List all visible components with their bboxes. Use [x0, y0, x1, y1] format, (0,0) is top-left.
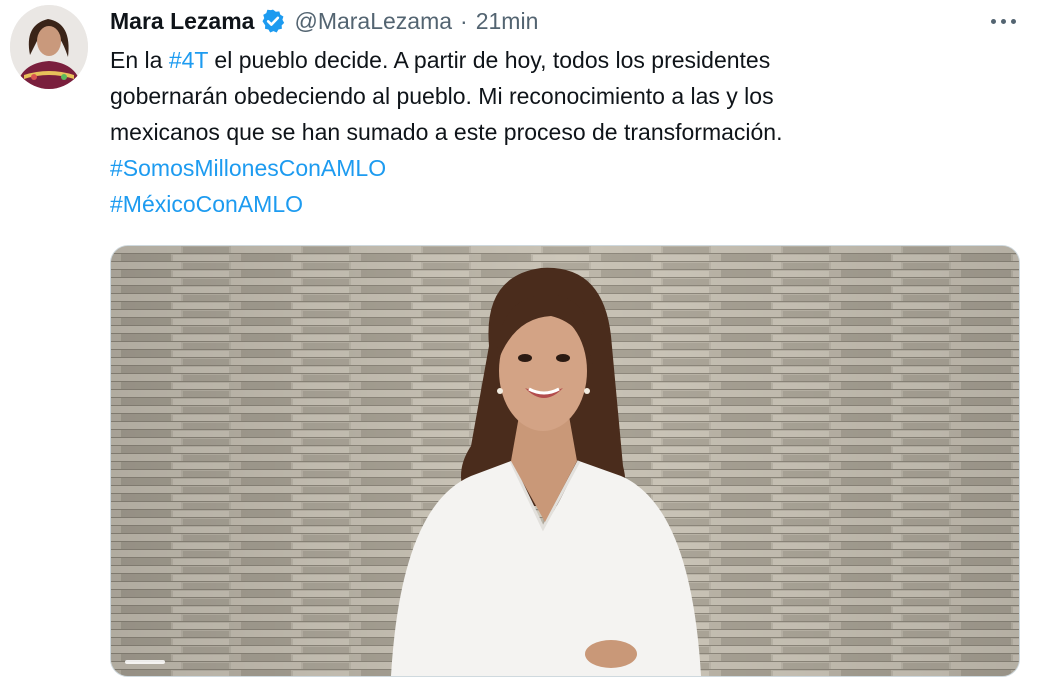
- tweet-text: En la #4T el pueblo decide. A partir de …: [110, 42, 1010, 222]
- tweet-text-line: gobernarán obedeciendo al pueblo. Mi rec…: [110, 78, 1010, 114]
- video-player[interactable]: [110, 245, 1020, 677]
- tweet-text-segment: gobernarán obedeciendo al pueblo. Mi rec…: [110, 83, 774, 109]
- tweet-text-line: En la #4T el pueblo decide. A partir de …: [110, 42, 1010, 78]
- author-handle[interactable]: @MaraLezama: [294, 6, 452, 36]
- hashtag-link[interactable]: #MéxicoConAMLO: [110, 191, 303, 217]
- avatar-image: [10, 5, 88, 89]
- video-frame: [111, 246, 1019, 676]
- tweet-text-line: mexicanos que se han sumado a este proce…: [110, 114, 1010, 150]
- hashtag-link[interactable]: #4T: [169, 47, 208, 73]
- tweet-text-line: #MéxicoConAMLO: [110, 186, 1010, 222]
- separator-dot: ·: [460, 8, 468, 34]
- author-name[interactable]: Mara Lezama: [110, 6, 254, 36]
- tweet-text-segment: mexicanos que se han sumado a este proce…: [110, 119, 783, 145]
- hashtag-link[interactable]: #SomosMillonesConAMLO: [110, 155, 386, 181]
- more-options-icon[interactable]: [982, 8, 1024, 34]
- timestamp[interactable]: 21min: [476, 6, 539, 36]
- avatar[interactable]: [10, 5, 88, 89]
- tweet-header: Mara Lezama @MaraLezama · 21min: [110, 6, 538, 36]
- verified-badge-icon: [260, 8, 286, 34]
- video-progress-bar[interactable]: [125, 660, 165, 664]
- tweet-text-line: #SomosMillonesConAMLO: [110, 150, 1010, 186]
- tweet-text-segment: En la: [110, 47, 169, 73]
- tweet-text-segment: el pueblo decide. A partir de hoy, todos…: [208, 47, 771, 73]
